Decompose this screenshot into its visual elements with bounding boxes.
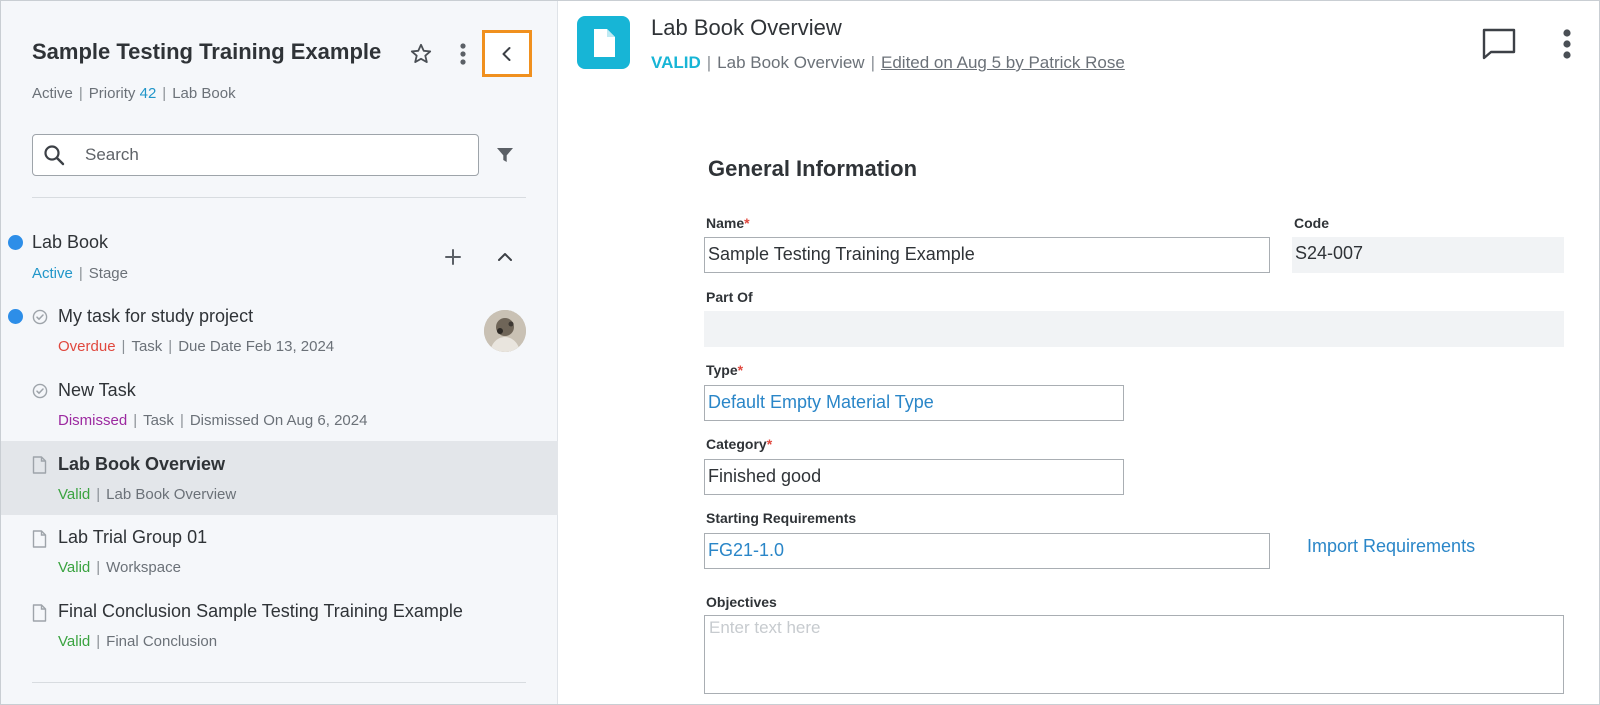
priority-value: 42 [139,85,157,102]
list-item-type: Workspace [106,559,181,576]
search-input[interactable] [85,145,465,165]
list-item-meta: Overdue | Task | Due Date Feb 13, 2024 [58,338,335,355]
list-item-status: Overdue [58,338,116,355]
objectives-textarea[interactable]: Enter text here [704,615,1564,694]
category-field[interactable]: Finished good [704,459,1124,495]
list-item-status: Valid [58,633,91,650]
project-meta: Active | Priority 42 | Lab Book [32,85,236,102]
import-requirements-link[interactable]: Import Requirements [1307,536,1475,557]
objectives-label: Objectives [706,594,777,610]
status-badge: VALID [651,53,701,72]
list-item-status: Dismissed [58,412,128,429]
kebab-icon [460,43,466,65]
page-meta: VALID | Lab Book Overview | Edited on Aug 5 … [651,53,1125,72]
list-item-type: Lab Book Overview [106,486,237,503]
list-item-dismissed-date: Dismissed On Aug 6, 2024 [189,412,368,429]
star-icon [410,43,432,63]
priority-label: Priority [88,85,136,102]
favorite-button[interactable] [406,39,436,69]
document-icon [32,456,47,474]
page-type: Lab Book Overview [717,53,865,72]
list-item-title: Final Conclusion Sample Testing Training… [58,601,463,621]
list-item-type: Task [131,338,163,355]
collapse-sidebar-button[interactable] [482,30,532,77]
group-title[interactable]: Lab Book [32,232,108,253]
unread-dot [8,309,23,324]
project-menu-button[interactable] [451,39,475,69]
list-item-type: Final Conclusion [106,633,218,650]
list-item-title: My task for study project [58,306,254,326]
starting-requirements-field[interactable]: FG21-1.0 [704,533,1270,569]
document-icon [593,28,615,57]
group-type: Stage [88,265,128,282]
part-of-label: Part Of [706,289,753,305]
starting-requirements-label: Starting Requirements [706,510,857,526]
search-box[interactable] [32,134,479,176]
collapse-group-button[interactable] [493,245,517,269]
chevron-left-icon [502,46,511,61]
list-item-selected[interactable] [1,441,558,515]
project-status: Active [32,85,73,102]
code-label: Code [1294,215,1329,231]
divider [32,682,526,683]
name-field[interactable]: Sample Testing Training Example [704,237,1270,273]
group-meta: Active | Stage [32,265,128,282]
page-menu-button[interactable] [1557,25,1577,63]
list-item-title: Lab Trial Group 01 [58,527,208,547]
list-item-title: Lab Book Overview [58,454,226,474]
avatar[interactable] [484,310,526,352]
project-type: Lab Book [172,85,236,102]
divider [32,197,526,198]
edited-link[interactable]: Edited on Aug 5 by Patrick Rose [881,53,1125,72]
list-item-meta: Dismissed | Task | Dismissed On Aug 6, 2024 [58,412,368,429]
check-circle-icon [32,309,48,325]
name-label: Name* [706,215,750,231]
kebab-icon [1563,29,1571,59]
user-photo-icon [484,310,526,352]
page-title: Lab Book Overview [651,15,842,40]
search-icon [44,145,65,166]
code-field: S24-007 [1292,237,1564,273]
add-item-button[interactable] [441,245,465,269]
comment-icon [1482,28,1516,60]
document-icon [32,530,47,548]
main-panel: Lab Book Overview VALID | Lab Book Overvie… [559,1,1599,704]
document-badge [577,16,630,69]
filter-icon [497,148,513,162]
type-label: Type* [706,362,744,378]
plus-icon [445,249,461,265]
list-item-title: New Task [58,380,136,400]
document-icon [32,604,47,622]
list-item-type: Task [143,412,174,429]
list-item-meta: Valid | Lab Book Overview [58,486,237,503]
type-field[interactable]: Default Empty Material Type [704,385,1124,421]
list-item-status: Valid [58,486,91,503]
list-item-status: Valid [58,559,91,576]
group-status: Active [32,265,73,282]
section-title: General Information [708,156,918,181]
chevron-up-icon [498,253,512,261]
list-item-meta: Valid | Final Conclusion [58,633,218,650]
sidebar: Sample Testing Training Example Active | P… [1,1,558,704]
filter-button[interactable] [493,143,517,167]
project-title: Sample Testing Training Example [32,39,382,64]
unread-dot [8,235,23,250]
category-label: Category* [706,436,773,452]
list-item-due-date: Due Date Feb 13, 2024 [178,338,335,355]
check-circle-icon [32,383,48,399]
list-item-meta: Valid | Workspace [58,559,181,576]
comments-button[interactable] [1479,25,1519,63]
part-of-field [704,311,1564,347]
